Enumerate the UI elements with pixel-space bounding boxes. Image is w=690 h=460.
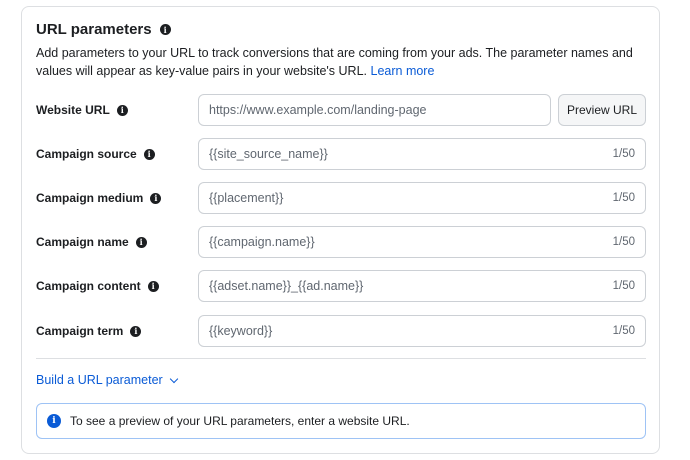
section-title: URL parameters (36, 21, 152, 38)
info-icon[interactable]: i (143, 148, 155, 160)
campaign-name-row: Campaign name i {{campaign.name}} 1/50 (36, 226, 646, 258)
campaign-name-count: 1/50 (612, 236, 635, 248)
website-url-input[interactable]: https://www.example.com/landing-page (198, 94, 551, 126)
website-url-row: Website URL i https://www.example.com/la… (36, 94, 646, 126)
campaign-source-label: Campaign source (36, 147, 137, 161)
website-url-placeholder: https://www.example.com/landing-page (209, 103, 427, 117)
campaign-term-row: Campaign term i {{keyword}} 1/50 (36, 315, 646, 347)
section-description: Add parameters to your URL to track conv… (36, 44, 636, 80)
campaign-source-row: Campaign source i {{site_source_name}} 1… (36, 138, 646, 170)
url-parameters-card: URL parameters i Add parameters to your … (21, 6, 660, 454)
campaign-term-count: 1/50 (612, 325, 635, 337)
info-icon[interactable]: i (116, 104, 128, 116)
campaign-content-value: {{adset.name}}_{{ad.name}} (209, 279, 364, 293)
info-icon[interactable]: i (159, 24, 171, 35)
info-icon[interactable]: i (147, 280, 159, 292)
build-url-parameter-toggle[interactable]: Build a URL parameter (36, 373, 178, 387)
campaign-content-input[interactable]: {{adset.name}}_{{ad.name}} 1/50 (198, 270, 646, 302)
campaign-name-input[interactable]: {{campaign.name}} 1/50 (198, 226, 646, 258)
campaign-term-label-wrap: Campaign term i (36, 324, 198, 338)
build-url-parameter-label: Build a URL parameter (36, 373, 163, 387)
info-circle-icon: i (47, 414, 61, 428)
campaign-medium-row: Campaign medium i {{placement}} 1/50 (36, 182, 646, 214)
preview-notice-text: To see a preview of your URL parameters,… (70, 414, 410, 428)
campaign-source-input[interactable]: {{site_source_name}} 1/50 (198, 138, 646, 170)
campaign-name-label: Campaign name (36, 235, 129, 249)
website-url-label: Website URL (36, 103, 110, 117)
campaign-content-row: Campaign content i {{adset.name}}_{{ad.n… (36, 270, 646, 302)
campaign-name-label-wrap: Campaign name i (36, 235, 198, 249)
campaign-source-label-wrap: Campaign source i (36, 147, 198, 161)
campaign-medium-label: Campaign medium (36, 191, 144, 205)
campaign-content-label: Campaign content (36, 279, 141, 293)
chevron-down-icon (169, 374, 178, 383)
campaign-term-label: Campaign term (36, 324, 124, 338)
website-url-label-wrap: Website URL i (36, 103, 198, 117)
description-text: Add parameters to your URL to track conv… (36, 46, 633, 78)
campaign-content-count: 1/50 (612, 280, 635, 292)
info-icon[interactable]: i (130, 325, 142, 337)
learn-more-link[interactable]: Learn more (371, 64, 435, 78)
campaign-term-value: {{keyword}} (209, 324, 273, 338)
campaign-content-label-wrap: Campaign content i (36, 279, 198, 293)
campaign-medium-input[interactable]: {{placement}} 1/50 (198, 182, 646, 214)
campaign-name-value: {{campaign.name}} (209, 235, 315, 249)
preview-url-button[interactable]: Preview URL (558, 94, 646, 126)
info-icon[interactable]: i (135, 236, 147, 248)
section-header: URL parameters i (36, 21, 171, 38)
campaign-source-count: 1/50 (612, 148, 635, 160)
preview-notice: i To see a preview of your URL parameter… (36, 403, 646, 439)
campaign-medium-label-wrap: Campaign medium i (36, 191, 198, 205)
section-divider (36, 358, 646, 359)
info-icon[interactable]: i (150, 192, 162, 204)
campaign-medium-count: 1/50 (612, 192, 635, 204)
campaign-medium-value: {{placement}} (209, 191, 284, 205)
campaign-term-input[interactable]: {{keyword}} 1/50 (198, 315, 646, 347)
campaign-source-value: {{site_source_name}} (209, 147, 328, 161)
